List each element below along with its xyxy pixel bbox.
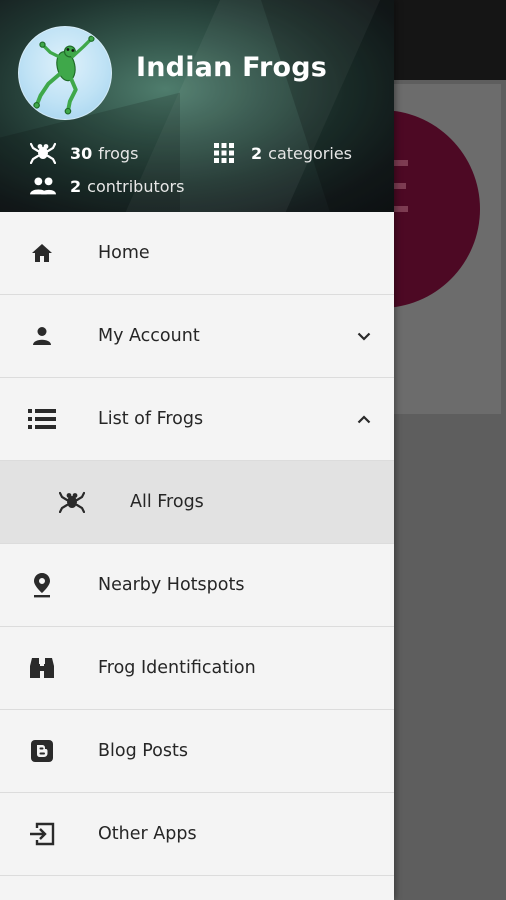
menu-item-label: Other Apps [98, 824, 197, 844]
menu-item-my-account[interactable]: My Account [0, 295, 394, 378]
menu-item-all-frogs[interactable]: All Frogs [0, 461, 394, 544]
drawer-menu: Home My Account List of Frogs All Frogs … [0, 212, 394, 876]
blogger-icon [28, 737, 56, 765]
menu-item-other-apps[interactable]: Other Apps [0, 793, 394, 876]
menu-item-blog-posts[interactable]: Blog Posts [0, 710, 394, 793]
menu-item-label: Frog Identification [98, 658, 256, 678]
categories-label: categories [268, 143, 353, 163]
menu-item-label: Home [98, 243, 150, 263]
menu-item-frog-identification[interactable]: Frog Identification [0, 627, 394, 710]
categories-count: 2 [251, 143, 263, 163]
contributors-count-stat: 2 contributors [30, 174, 184, 198]
menu-item-label: My Account [98, 326, 200, 346]
binoculars-icon [28, 654, 56, 682]
location-pin-icon [28, 571, 56, 599]
app-avatar-frog-image [18, 26, 112, 120]
person-icon [28, 322, 56, 350]
frogs-label: frogs [98, 143, 139, 163]
contributors-label: contributors [87, 176, 185, 196]
navigation-drawer: Indian Frogs 30 frogs 2 categories 2 con… [0, 0, 394, 900]
exit-icon [28, 820, 56, 848]
frogs-count: 30 [70, 143, 93, 163]
menu-item-nearby-hotspots[interactable]: Nearby Hotspots [0, 544, 394, 627]
chevron-up-icon[interactable] [352, 407, 376, 431]
menu-item-label: Nearby Hotspots [98, 575, 245, 595]
menu-item-list-of-frogs[interactable]: List of Frogs [0, 378, 394, 461]
menu-item-label: All Frogs [130, 492, 204, 512]
people-icon [30, 174, 56, 198]
categories-count-stat: 2 categories [211, 141, 352, 165]
menu-item-label: List of Frogs [98, 409, 204, 429]
list-icon [28, 405, 56, 433]
chevron-down-icon[interactable] [352, 324, 376, 348]
frogs-count-stat: 30 frogs [30, 141, 138, 165]
menu-item-home[interactable]: Home [0, 212, 394, 295]
frog-icon [30, 141, 56, 165]
contributors-count: 2 [70, 176, 82, 196]
frog-icon [58, 488, 86, 516]
home-icon [28, 239, 56, 267]
app-title: Indian Frogs [136, 52, 328, 83]
menu-item-label: Blog Posts [98, 741, 188, 761]
background-letter-glyph [392, 160, 408, 212]
drawer-header: Indian Frogs 30 frogs 2 categories 2 con… [0, 0, 394, 212]
grid-icon [211, 141, 237, 165]
